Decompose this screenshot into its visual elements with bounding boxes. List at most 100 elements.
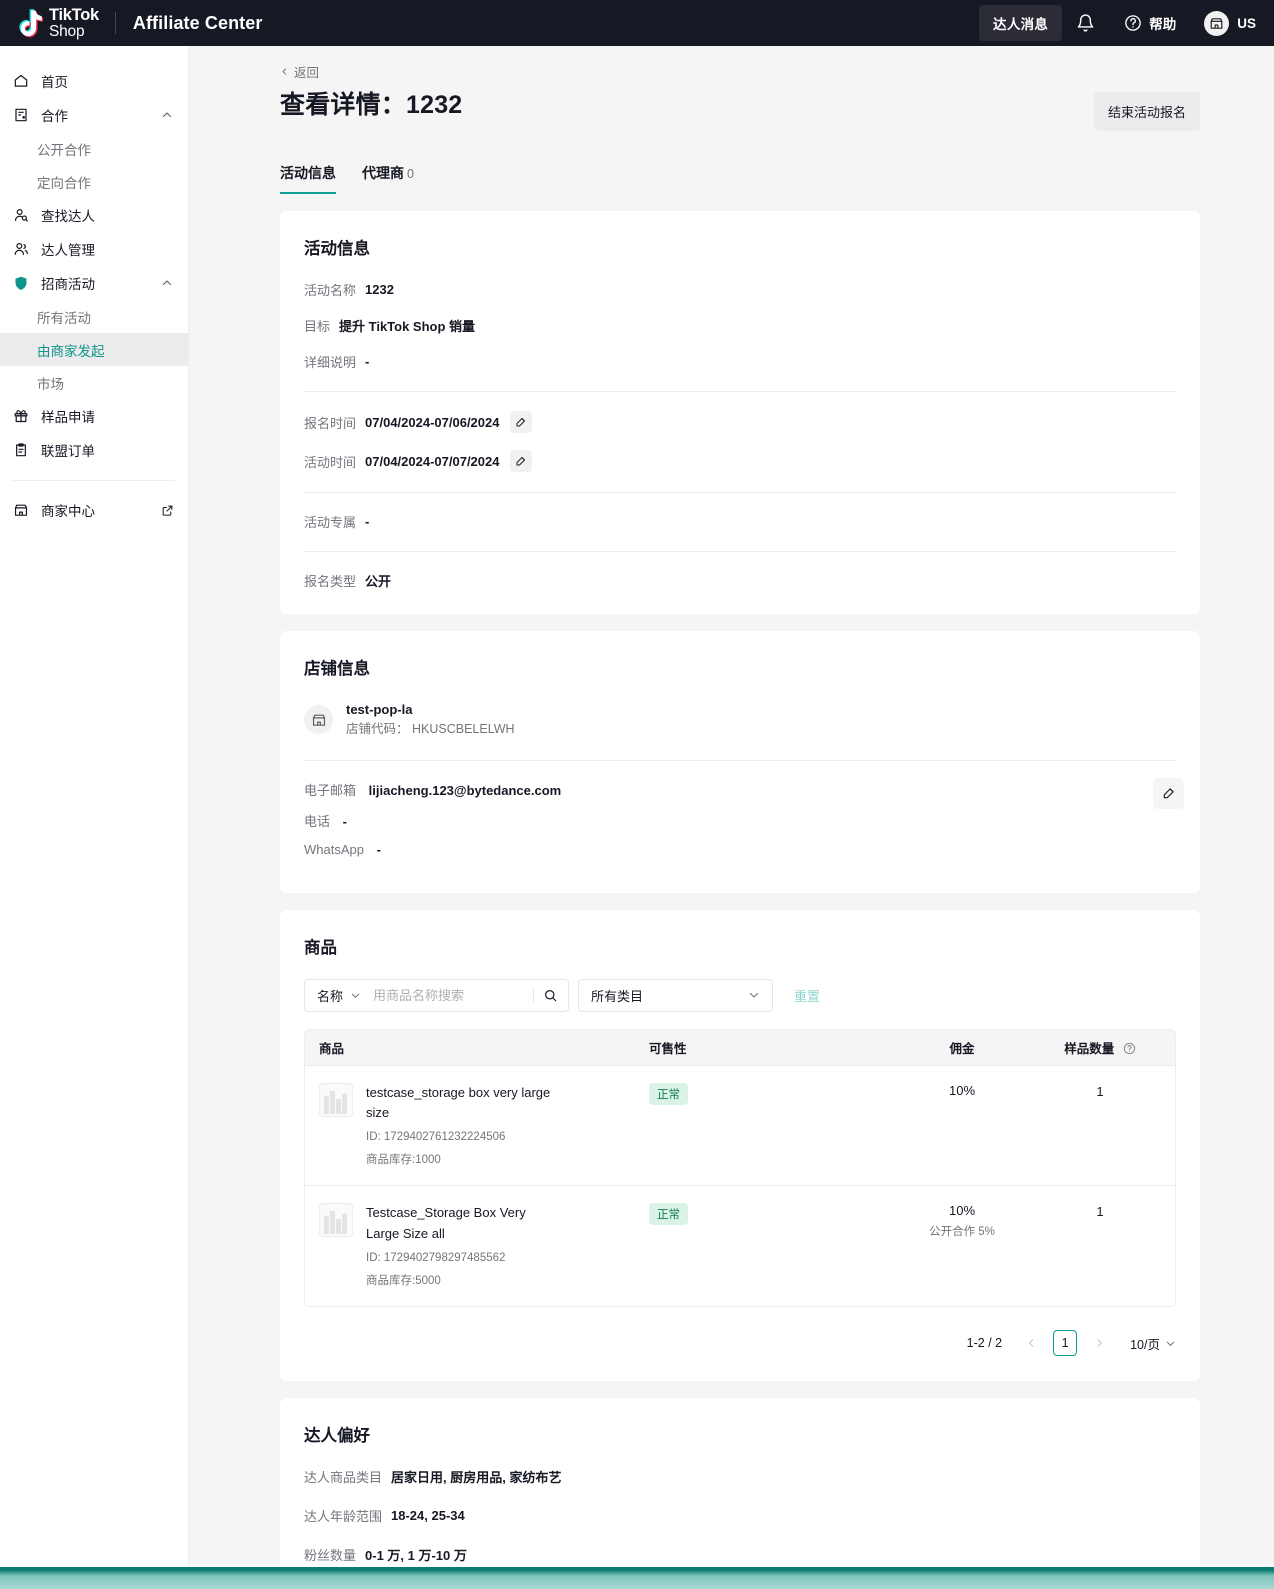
external-link-icon bbox=[161, 504, 174, 517]
table-row[interactable]: Testcase_Storage Box Very Large Size all… bbox=[305, 1185, 1175, 1307]
field-label: 报名类型 bbox=[304, 574, 357, 589]
sidebar-item-marketplace[interactable]: 市场 bbox=[0, 366, 188, 399]
end-campaign-registration-button[interactable]: 结束活动报名 bbox=[1093, 92, 1200, 131]
sidebar-label: 查找达人 bbox=[41, 209, 95, 224]
pagination-next-button[interactable] bbox=[1085, 1329, 1113, 1357]
pref-follower-count: 粉丝数量 0-1 万, 1 万-10 万 bbox=[304, 1545, 1176, 1564]
category-selected-label: 所有类目 bbox=[591, 988, 644, 1004]
search-separator bbox=[533, 988, 534, 1002]
sidebar-item-all-campaigns[interactable]: 所有活动 bbox=[0, 300, 188, 333]
tab-count: 0 bbox=[407, 167, 414, 181]
sidebar-label: 招商活动 bbox=[41, 277, 95, 292]
sidebar-label: 公开合作 bbox=[37, 142, 91, 158]
search-field-selector[interactable]: 名称 bbox=[317, 986, 361, 1005]
edit-registration-period-button[interactable] bbox=[510, 411, 533, 433]
shop-info-title: 店铺信息 bbox=[304, 660, 370, 678]
shop-contact-block: 电子邮箱 lijiacheng.123@bytedance.com 电话 - W… bbox=[304, 777, 1184, 857]
sidebar-label: 样品申请 bbox=[41, 410, 95, 425]
field-label: 达人商品类目 bbox=[304, 1470, 383, 1486]
help-button[interactable]: 帮助 bbox=[1108, 13, 1190, 33]
sidebar-item-collaboration[interactable]: 合作 bbox=[0, 98, 188, 132]
field-value: lijiacheng.123@bytedance.com bbox=[368, 782, 562, 798]
pref-creator-categories: 达人商品类目 居家日用, 厨房用品, 家纺布艺 bbox=[304, 1467, 1176, 1486]
sidebar-label: 商家中心 bbox=[41, 504, 95, 519]
shop-name: test-pop-la bbox=[346, 702, 413, 717]
tab-campaign-info[interactable]: 活动信息 bbox=[280, 163, 336, 194]
sidebar-item-creator-management[interactable]: 达人管理 bbox=[0, 232, 188, 266]
field-label: 粉丝数量 bbox=[304, 1548, 357, 1564]
shop-code: 店铺代码： HKUSCBELELWH bbox=[346, 720, 515, 739]
sidebar-item-home[interactable]: 首页 bbox=[0, 64, 188, 98]
logo-text-shop: Shop bbox=[49, 22, 85, 40]
contact-phone: 电话 - bbox=[304, 811, 1176, 830]
search-icon[interactable] bbox=[543, 988, 558, 1003]
field-label: 电话 bbox=[304, 813, 331, 829]
product-search-input[interactable] bbox=[373, 987, 533, 1003]
field-registration-type: 报名类型 公开 bbox=[304, 571, 1176, 590]
product-id: ID: 1729402761232224506 bbox=[366, 1131, 506, 1144]
field-label: 活动时间 bbox=[304, 454, 357, 470]
field-value: 07/04/2024-07/06/2024 bbox=[365, 414, 500, 430]
region-selector[interactable]: US bbox=[1190, 10, 1256, 36]
edit-pencil-icon bbox=[1162, 786, 1176, 800]
sidebar-item-campaign[interactable]: 招商活动 bbox=[0, 266, 188, 300]
back-link[interactable]: 返回 bbox=[280, 62, 319, 81]
campaign-icon bbox=[12, 274, 30, 292]
sidebar-item-affiliate-orders[interactable]: 联盟订单 bbox=[0, 433, 188, 467]
sidebar-label: 合作 bbox=[41, 109, 68, 124]
shop-code-label: 店铺代码： bbox=[346, 722, 409, 737]
pagination-prev-button[interactable] bbox=[1017, 1329, 1045, 1357]
field-value: 公开 bbox=[365, 574, 392, 589]
collab-icon bbox=[12, 106, 30, 124]
products-card: 商品 名称 用商品名称搜索 所有类目 重置 商品 可售性 佣金 样品数量 tes… bbox=[280, 909, 1200, 1382]
tab-agents[interactable]: 代理商 0 bbox=[362, 163, 414, 194]
category-select[interactable]: 所有类目 bbox=[578, 978, 773, 1012]
sample-qty-value: 1 bbox=[1096, 1083, 1104, 1099]
product-thumbnail bbox=[319, 1082, 353, 1117]
sidebar-item-targeted-collab[interactable]: 定向合作 bbox=[0, 165, 188, 198]
notification-bell-button[interactable] bbox=[1062, 0, 1108, 46]
field-value: 居家日用, 厨房用品, 家纺布艺 bbox=[391, 1470, 562, 1486]
pagination-current-page[interactable]: 1 bbox=[1053, 1330, 1078, 1357]
sidebar-item-find-creator[interactable]: 查找达人 bbox=[0, 198, 188, 232]
product-thumbnail bbox=[319, 1203, 353, 1238]
reset-filters-link[interactable]: 重置 bbox=[794, 986, 820, 1005]
product-filters: 名称 所有类 bbox=[304, 978, 1176, 1012]
sidebar-item-sample-request[interactable]: 样品申请 bbox=[0, 399, 188, 433]
commission-value: 10% bbox=[948, 1082, 976, 1098]
edit-campaign-period-button[interactable] bbox=[510, 450, 533, 472]
sidebar-item-public-collab[interactable]: 公开合作 bbox=[0, 132, 188, 165]
field-value: - bbox=[365, 354, 370, 369]
shop-region-icon bbox=[1204, 10, 1230, 36]
logo-text-tiktok: TikTok bbox=[49, 5, 99, 24]
sidebar-item-merchant-initiated[interactable]: 由商家发起 bbox=[0, 333, 188, 366]
field-value: 提升 TikTok Shop 销量 bbox=[339, 319, 476, 334]
field-goal: 目标 提升 TikTok Shop 销量 bbox=[304, 316, 1176, 335]
sidebar-item-seller-center[interactable]: 商家中心 bbox=[0, 493, 188, 527]
tiktok-note-icon bbox=[14, 7, 48, 39]
pagination-page-size-select[interactable]: 10/页 bbox=[1130, 1334, 1176, 1353]
help-circle-icon[interactable] bbox=[1123, 1042, 1136, 1055]
product-id: ID: 1729402798297485562 bbox=[366, 1251, 506, 1264]
field-label: 目标 bbox=[304, 319, 331, 334]
clipboard-icon bbox=[12, 441, 30, 459]
app-root: TikTok Shop Affiliate Center 达人消息 帮助 US … bbox=[0, 0, 1274, 1589]
tab-bar: 活动信息 代理商 0 bbox=[280, 163, 1200, 194]
tiktok-shop-logo[interactable]: TikTok Shop bbox=[14, 5, 99, 40]
table-header-row: 商品 可售性 佣金 样品数量 bbox=[305, 1029, 1175, 1065]
search-field-label: 名称 bbox=[317, 988, 344, 1004]
products-title: 商品 bbox=[304, 938, 337, 957]
chevron-down-icon bbox=[748, 989, 760, 1001]
table-row[interactable]: testcase_storage box very large size ID:… bbox=[305, 1064, 1175, 1186]
chevron-up-icon bbox=[160, 108, 174, 122]
field-value: - bbox=[376, 841, 381, 857]
gift-icon bbox=[12, 407, 30, 425]
chevron-down-icon bbox=[1165, 1338, 1176, 1349]
field-description: 详细说明 - bbox=[304, 352, 1176, 371]
field-label: 电子邮箱 bbox=[304, 782, 357, 798]
chevron-up-icon bbox=[160, 276, 174, 290]
card-divider bbox=[304, 759, 1176, 761]
product-search-box[interactable]: 名称 bbox=[304, 978, 569, 1012]
edit-contact-button[interactable] bbox=[1153, 777, 1184, 809]
creator-messages-button[interactable]: 达人消息 bbox=[979, 5, 1063, 41]
